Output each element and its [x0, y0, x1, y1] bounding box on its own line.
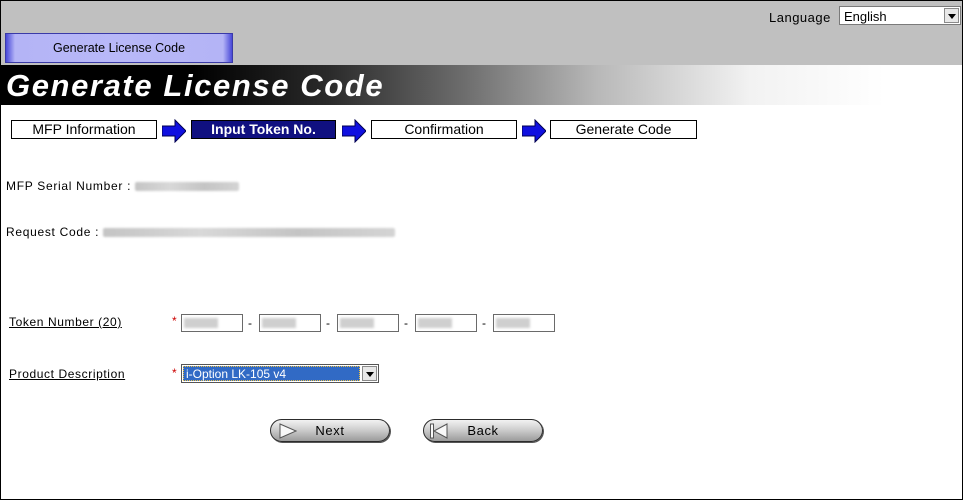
required-marker: * — [172, 314, 177, 328]
product-description-label: Product Description — [9, 367, 126, 381]
token-separator: - — [326, 316, 330, 330]
step-confirmation: Confirmation — [371, 120, 517, 139]
step-mfp-information: MFP Information — [11, 120, 157, 139]
right-arrow-icon — [522, 119, 546, 143]
token-number-label: Token Number (20) — [9, 315, 122, 329]
token-field-3[interactable] — [337, 314, 399, 332]
serial-number-label: MFP Serial Number : — [6, 179, 132, 193]
product-description-select[interactable]: i-Option LK-105 v4 — [181, 364, 379, 383]
token-separator: - — [404, 316, 408, 330]
tab-generate-license-code[interactable]: Generate License Code — [5, 33, 233, 63]
request-code-label: Request Code : — [6, 225, 100, 239]
step-input-token: Input Token No. — [191, 120, 336, 139]
request-code-value — [103, 228, 396, 238]
step-label: Confirmation — [404, 121, 484, 137]
page-frame: Language English Generate License Code G… — [0, 0, 963, 500]
back-button[interactable]: Back — [423, 419, 543, 442]
right-arrow-icon — [162, 119, 186, 143]
tab-label: Generate License Code — [52, 41, 186, 55]
step-label: MFP Information — [32, 121, 136, 137]
language-value: English — [844, 9, 887, 24]
chevron-down-icon[interactable] — [944, 8, 959, 23]
right-arrow-icon — [342, 119, 366, 143]
token-separator: - — [248, 316, 252, 330]
back-label: Back — [467, 423, 499, 438]
step-label: Input Token No. — [211, 121, 316, 137]
page-title: Generate License Code — [6, 68, 385, 103]
top-bar: Language English Generate License Code — [1, 1, 962, 65]
step-generate-code: Generate Code — [550, 120, 697, 139]
request-code-row: Request Code : — [6, 225, 396, 239]
selected-option: i-Option LK-105 v4 — [183, 366, 360, 381]
chevron-down-icon[interactable] — [362, 366, 377, 381]
token-separator: - — [482, 316, 486, 330]
language-select[interactable]: English — [839, 6, 961, 25]
page-title-bar: Generate License Code — [1, 65, 962, 105]
token-field-1[interactable] — [181, 314, 243, 332]
serial-number-value — [135, 182, 240, 192]
token-field-2[interactable] — [259, 314, 321, 332]
step-label: Generate Code — [575, 121, 672, 137]
token-field-4[interactable] — [415, 314, 477, 332]
required-marker: * — [172, 366, 177, 380]
product-value: i-Option LK-105 v4 — [186, 367, 287, 381]
language-label: Language — [769, 10, 831, 25]
next-button[interactable]: Next — [270, 419, 390, 442]
serial-number-row: MFP Serial Number : — [6, 179, 240, 193]
next-label: Next — [315, 423, 345, 438]
token-field-5[interactable] — [493, 314, 555, 332]
